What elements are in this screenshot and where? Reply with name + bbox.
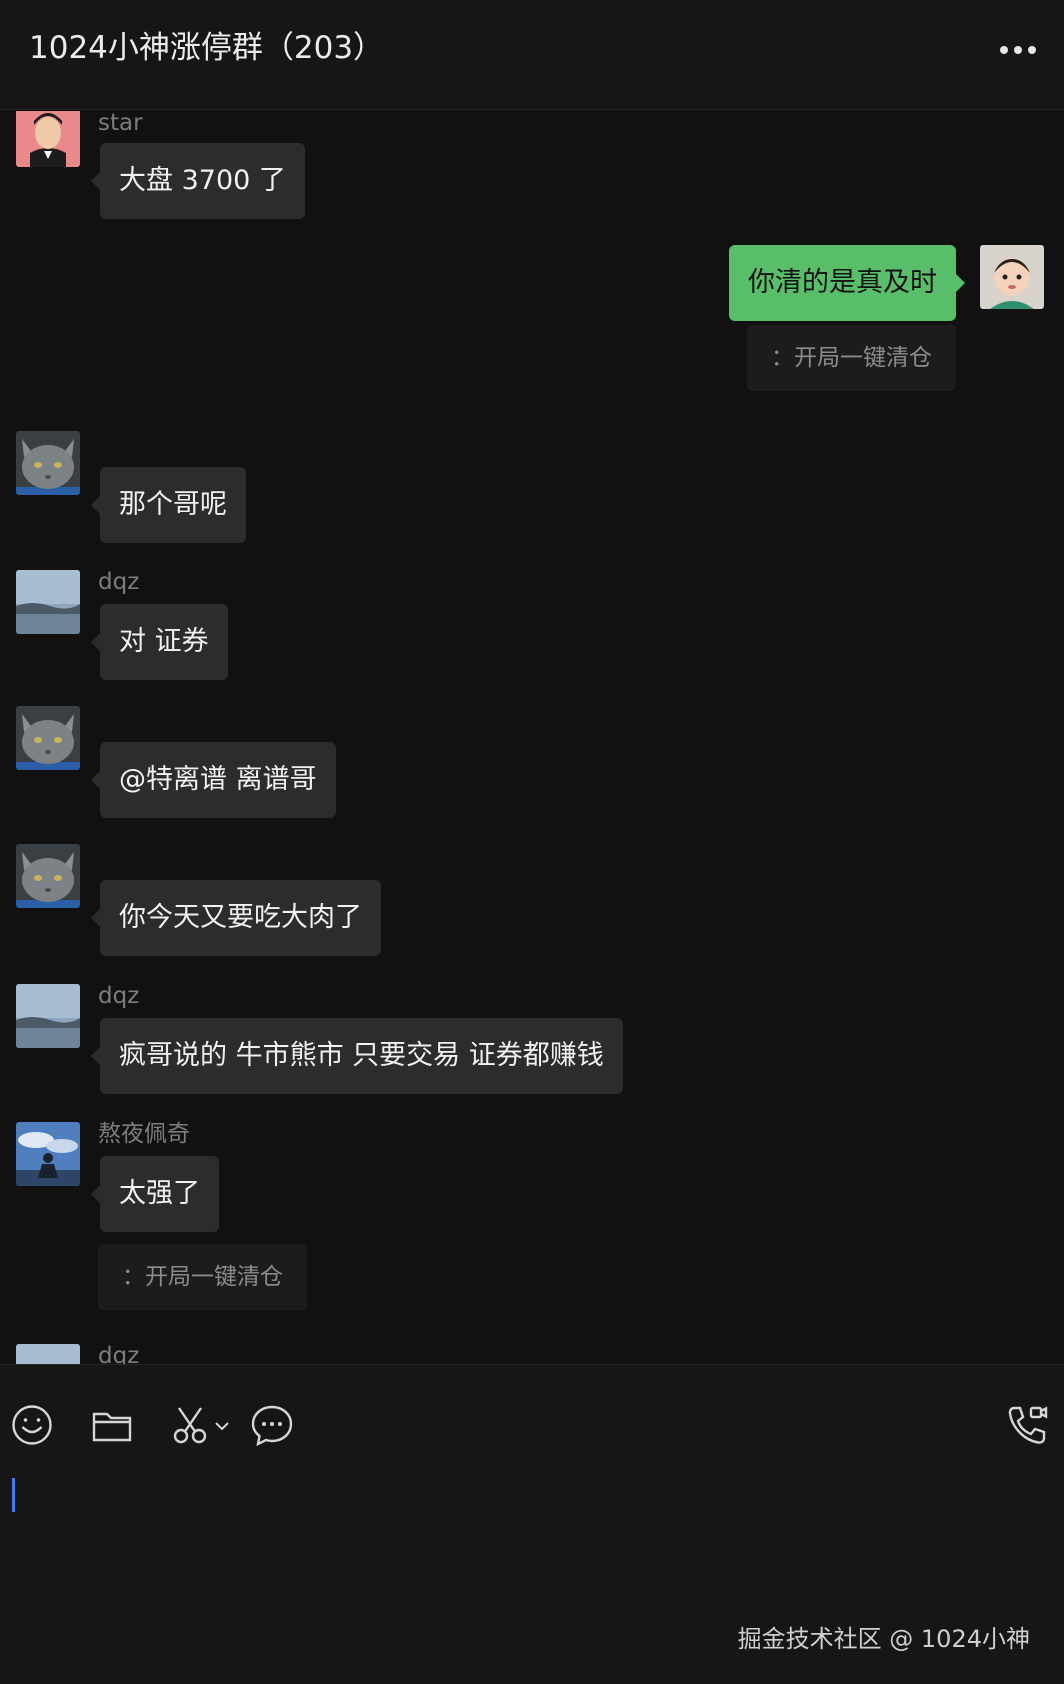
message-item: 你今天又要吃大肉了 (0, 844, 1064, 964)
message-item: @特离谱 离谱哥 (0, 706, 1064, 826)
sender-name: star (98, 111, 143, 136)
message-bubble[interactable]: @特离谱 离谱哥 (91, 742, 336, 818)
avatar[interactable] (16, 706, 80, 770)
message-bubble[interactable]: 你今天又要吃大肉了 (91, 880, 381, 956)
message-item: dqz 疯哥说的 牛市熊市 只要交易 证券都赚钱 (0, 982, 1064, 1102)
avatar[interactable] (16, 1344, 80, 1364)
folder-icon[interactable] (90, 1403, 134, 1447)
avatar[interactable] (16, 984, 80, 1048)
message-bubble[interactable]: 太强了 (91, 1156, 219, 1232)
chat-bubble-icon[interactable] (250, 1403, 294, 1447)
avatar[interactable] (16, 431, 80, 495)
sender-name: dqz (98, 983, 140, 1009)
message-bubble[interactable]: 你清的是真及时 (729, 245, 965, 321)
chat-header: 1024小神涨停群（203） (0, 0, 1064, 110)
avatar[interactable] (980, 245, 1044, 309)
message-item: star 大盘 3700 了 (0, 111, 1064, 221)
avatar[interactable] (16, 844, 80, 908)
message-item: 那个哥呢 (0, 431, 1064, 551)
message-item: 你清的是真及时 ：开局一键清仓 (0, 239, 1064, 391)
message-bubble[interactable]: 那个哥呢 (91, 467, 246, 543)
more-options-icon[interactable] (988, 38, 1048, 62)
text-caret (12, 1478, 15, 1512)
message-item: 熬夜佩奇 太强了 ：开局一键清仓 (0, 1120, 1064, 1320)
message-list[interactable]: star 大盘 3700 了 你清的是真及时 ：开局一键清仓 那个哥呢 dqz … (0, 111, 1064, 1364)
message-input[interactable] (0, 1465, 1064, 1615)
message-item: dqz 对 证券 (0, 568, 1064, 688)
message-bubble[interactable]: 对 证券 (91, 604, 228, 680)
message-item: dqz (0, 1342, 1064, 1364)
sender-name: 熬夜佩奇 (98, 1121, 190, 1147)
scissors-icon[interactable] (170, 1403, 214, 1447)
quoted-reply[interactable]: ：开局一键清仓 (98, 1244, 307, 1310)
watermark: 掘金技术社区 @ 1024小神 (737, 1625, 1030, 1653)
message-bubble[interactable]: 疯哥说的 牛市熊市 只要交易 证券都赚钱 (91, 1018, 623, 1094)
phone-video-icon[interactable] (1005, 1403, 1049, 1447)
avatar[interactable] (16, 1122, 80, 1186)
sender-name: dqz (98, 569, 140, 595)
chat-title: 1024小神涨停群（203） (29, 30, 385, 66)
sender-name: dqz (98, 1343, 140, 1364)
chevron-down-icon[interactable] (212, 1403, 232, 1447)
emoji-icon[interactable] (10, 1403, 54, 1447)
avatar[interactable] (16, 570, 80, 634)
composer: 掘金技术社区 @ 1024小神 (0, 1364, 1064, 1684)
quoted-reply[interactable]: ：开局一键清仓 (747, 325, 956, 391)
avatar[interactable] (16, 111, 80, 167)
message-bubble[interactable]: 大盘 3700 了 (91, 143, 305, 219)
